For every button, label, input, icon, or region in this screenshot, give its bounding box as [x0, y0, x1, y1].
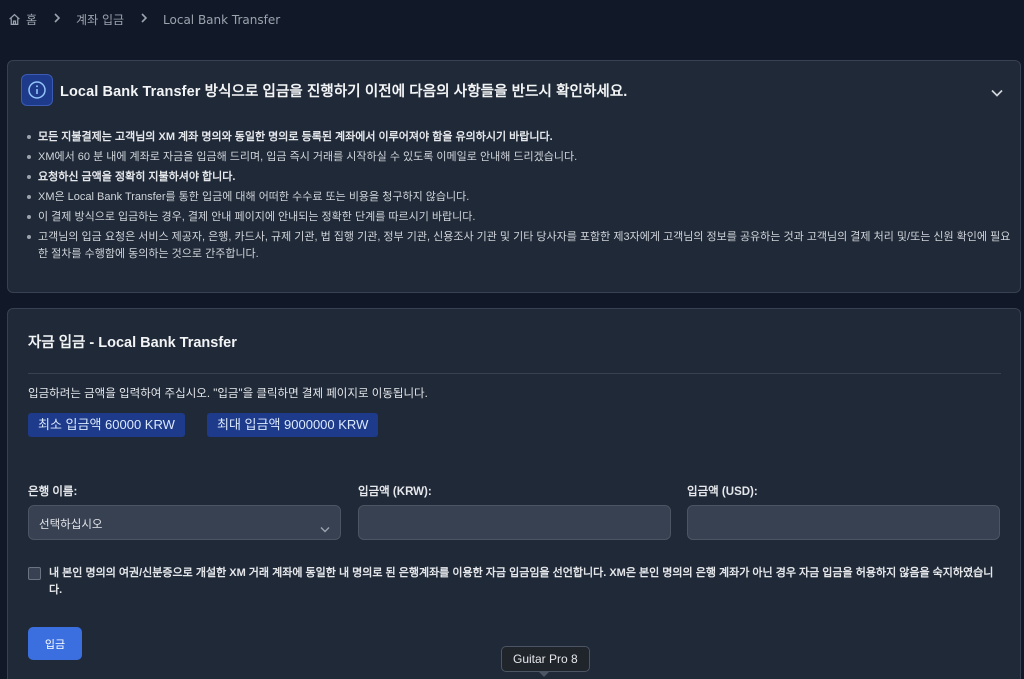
chevron-right-icon: [53, 13, 61, 26]
notice-title: Local Bank Transfer 방식으로 입금을 진행하기 이전에 다음…: [60, 83, 628, 100]
deposit-submit-button[interactable]: 입금: [28, 627, 82, 660]
notice-list: 모든 지불결제는 고객님의 XM 계좌 명의와 동일한 명의로 등록된 계좌에서…: [26, 127, 1016, 263]
breadcrumb-current: Local Bank Transfer: [163, 12, 281, 27]
divider: [28, 373, 1001, 374]
notice-item: XM은 Local Bank Transfer를 통한 입금에 대해 어떠한 수…: [26, 187, 1016, 207]
notice-panel: Local Bank Transfer 방식으로 입금을 진행하기 이전에 다음…: [7, 60, 1021, 293]
amount-usd-input[interactable]: [688, 506, 999, 539]
deposit-panel: 자금 입금 - Local Bank Transfer 입금하려는 금액을 입력…: [7, 308, 1021, 679]
breadcrumb-deposit[interactable]: 계좌 입금: [76, 11, 124, 28]
consent-row: 내 본인 명의의 여권/신분증으로 개설한 XM 거래 계좌에 동일한 내 명의…: [28, 565, 1003, 599]
min-deposit-badge: 최소 입금액 60000 KRW: [28, 413, 185, 437]
notice-header[interactable]: Local Bank Transfer 방식으로 입금을 진행하기 이전에 다음…: [21, 74, 627, 106]
deposit-instruction: 입금하려는 금액을 입력하여 주십시오. "입금"을 클릭하면 결제 페이지로 …: [28, 388, 428, 400]
home-icon: [8, 13, 21, 26]
consent-text: 내 본인 명의의 여권/신분증으로 개설한 XM 거래 계좌에 동일한 내 명의…: [49, 567, 994, 596]
chevron-down-icon: [320, 518, 330, 537]
notice-item: 요청하신 금액을 정확히 지불하셔야 합니다.: [26, 167, 1016, 187]
deposit-title: 자금 입금 - Local Bank Transfer: [28, 335, 237, 351]
bank-name-select[interactable]: 선택하십시오: [28, 505, 341, 540]
amount-krw-field: [358, 505, 671, 540]
amount-krw-label: 입금액 (KRW):: [358, 486, 432, 498]
info-icon: [21, 74, 53, 106]
tooltip-arrow: [538, 671, 550, 677]
breadcrumb-home[interactable]: 홈: [8, 11, 37, 28]
amount-krw-input[interactable]: [359, 506, 670, 539]
app-tooltip: Guitar Pro 8: [501, 646, 590, 672]
amount-usd-label: 입금액 (USD):: [687, 486, 758, 498]
consent-checkbox[interactable]: [28, 567, 41, 580]
max-deposit-badge: 최대 입금액 9000000 KRW: [207, 413, 379, 437]
bank-name-label: 은행 이름:: [28, 486, 78, 498]
notice-item: 고객님의 입금 요청은 서비스 제공자, 은행, 카드사, 규제 기관, 법 집…: [26, 227, 1016, 263]
notice-item: XM에서 60 분 내에 계좌로 자금을 입금해 드리며, 입금 즉시 거래를 …: [26, 147, 1016, 167]
notice-item: 모든 지불결제는 고객님의 XM 계좌 명의와 동일한 명의로 등록된 계좌에서…: [26, 127, 1016, 147]
notice-item: 이 결제 방식으로 입금하는 경우, 결제 안내 페이지에 안내되는 정확한 단…: [26, 207, 1016, 227]
breadcrumb-home-label: 홈: [26, 13, 38, 27]
page: 홈 계좌 입금 Local Bank Transfer Local Bank T…: [0, 0, 1024, 679]
amount-usd-field: [687, 505, 1000, 540]
chevron-right-icon: [140, 13, 148, 26]
chevron-down-icon[interactable]: [991, 82, 1003, 101]
breadcrumb: 홈 계좌 입금 Local Bank Transfer: [8, 11, 280, 28]
bank-name-selected: 선택하십시오: [39, 519, 103, 531]
